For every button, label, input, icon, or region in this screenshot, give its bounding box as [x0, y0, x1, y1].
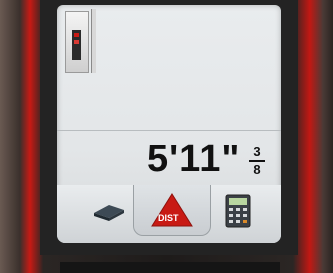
status-bar-edge — [91, 9, 96, 73]
distance-label: DIST — [158, 213, 179, 223]
measurement-value: 5'11" — [147, 138, 241, 180]
calculator-icon — [225, 194, 251, 228]
screen-divider — [57, 130, 281, 131]
tab-area[interactable] — [79, 189, 139, 233]
measurement-fraction: 3 8 — [249, 145, 265, 177]
area-icon — [94, 205, 124, 221]
device-screen: 5'11" 3 8 DIST — [57, 5, 281, 243]
tab-calculator[interactable] — [215, 189, 261, 233]
fraction-denominator: 8 — [253, 162, 261, 177]
fraction-numerator: 3 — [253, 144, 261, 159]
battery-level-indicator — [72, 30, 81, 60]
device-lower-edge — [60, 262, 280, 273]
function-toolbar: DIST — [57, 185, 281, 243]
battery-icon — [65, 11, 89, 73]
tab-distance[interactable]: DIST — [133, 185, 211, 236]
